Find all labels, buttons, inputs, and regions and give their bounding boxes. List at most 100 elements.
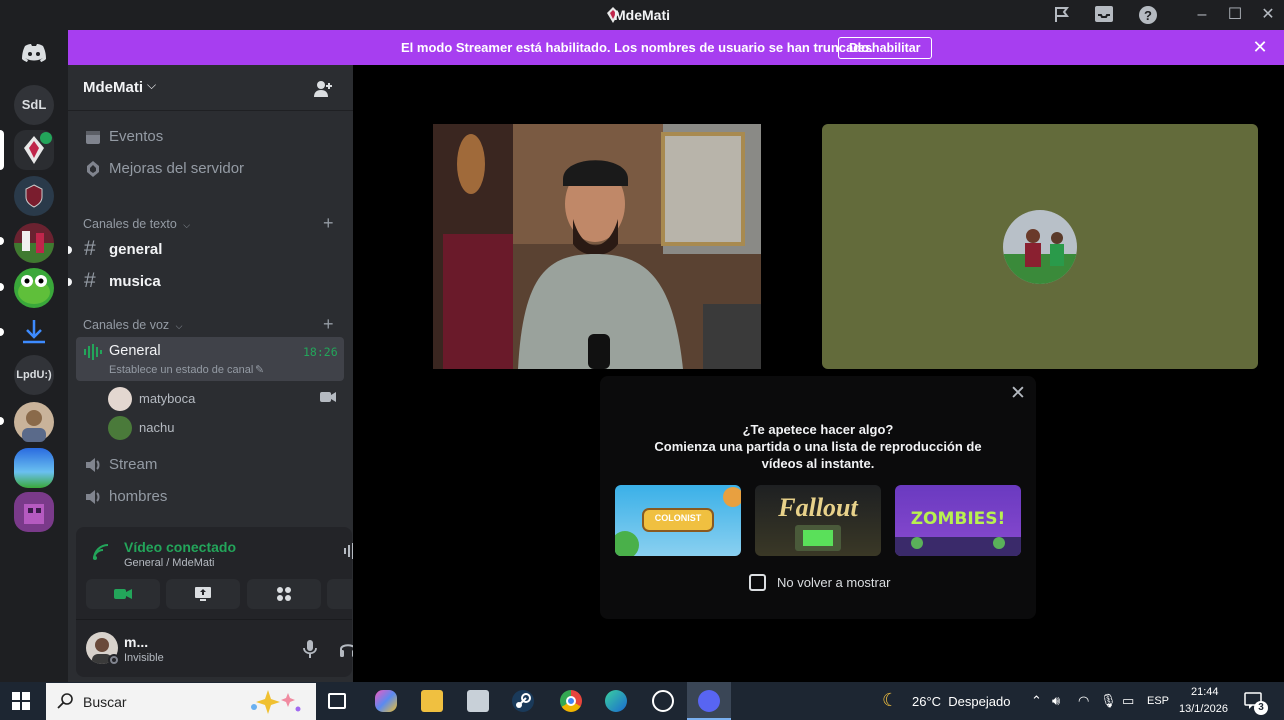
channel-status[interactable]: Establece un estado de canal [109,364,253,376]
share-screen-button[interactable] [166,579,240,609]
windows-start-icon[interactable] [12,692,30,710]
server-landscape-icon[interactable] [14,448,54,488]
text-channels-category[interactable]: Canales de texto ⌵ [83,217,190,231]
invite-people-icon[interactable] [313,79,333,99]
close-icon[interactable]: ✕ [1250,37,1270,57]
unread-pill [68,246,72,254]
copilot-icon[interactable] [375,690,397,712]
guild-name: MdeMati [83,79,143,96]
unread-pill [0,237,4,245]
participant-tile[interactable] [822,124,1258,369]
close-window-icon[interactable]: ✕ [1258,5,1278,25]
speaker-icon [84,488,102,506]
user-status: Invisible [124,652,164,664]
maximize-icon[interactable]: ☐ [1225,5,1245,25]
volume-icon[interactable]: 🔊︎ [1052,693,1060,709]
taskbar-search[interactable]: Buscar [46,683,316,720]
avatar [108,387,132,411]
channel-musica[interactable]: # musica [76,267,344,297]
server-shield-icon[interactable] [14,176,54,216]
voice-connection-panel: Vídeo conectado General / MdeMati [76,527,401,619]
server-sdl[interactable]: SdL [14,85,54,125]
obs-icon[interactable] [652,690,674,712]
boost-icon [84,160,102,178]
camera-tile[interactable] [433,124,761,369]
voice-member[interactable]: matyboca [108,385,338,413]
microphone-icon[interactable]: 🎙︎ [1100,693,1117,709]
dont-show-checkbox[interactable] [749,574,766,591]
member-name: matyboca [139,391,196,406]
voice-channel-general[interactable]: General 18:26 Establece un estado de can… [76,337,344,381]
calendar-icon [84,128,102,146]
connection-status[interactable]: Vídeo conectado [124,539,236,555]
voice-member[interactable]: nachu [108,414,338,442]
steam-icon[interactable] [512,690,534,712]
clock-date[interactable]: 13/1/2026 [1179,703,1228,715]
discord-taskbar-button[interactable] [687,682,731,720]
discord-home-icon[interactable] [14,33,54,73]
activities-button[interactable] [247,579,321,609]
voice-channels-category[interactable]: Canales de voz ⌵ [83,318,182,332]
wifi-icon[interactable]: ◠ [1078,693,1089,709]
moon-icon: ☾ [882,690,899,710]
add-text-channel-icon[interactable]: + [323,213,334,234]
server-mdemati-icon[interactable] [14,130,54,170]
weather-text[interactable]: 26°C Despejado [912,694,1010,709]
server-boosts-item[interactable]: Mejoras del servidor [76,154,344,184]
inbox-icon[interactable] [1094,5,1114,25]
server-frog-icon[interactable] [14,268,54,308]
notification-count-badge: 3 [1254,701,1268,715]
server-purple-icon[interactable] [14,492,54,532]
network-icon[interactable]: ▭ [1122,693,1134,709]
username[interactable]: m... [124,634,148,650]
category-label: Canales de texto [83,217,177,231]
svg-text:?: ? [1144,8,1152,23]
events-item[interactable]: Eventos [76,122,344,152]
download-apps-icon[interactable] [14,312,54,352]
language-indicator[interactable]: ESP [1147,695,1169,707]
server-team-icon[interactable] [14,223,54,263]
connection-signal-icon[interactable] [92,543,110,561]
selected-server-pill [0,130,4,170]
game-fallout[interactable]: Fallout [755,485,881,556]
photos-app-icon[interactable] [467,690,489,712]
server-avatar-icon[interactable] [14,402,54,442]
chrome-icon[interactable] [560,690,582,712]
dont-show-again[interactable]: No volver a mostrar [749,573,949,593]
connection-location[interactable]: General / MdeMati [124,557,214,569]
microphone-icon[interactable] [303,640,317,658]
guild-header[interactable]: MdeMati ⌵ [68,65,353,111]
voice-timer: 18:26 [303,345,338,359]
game-colonist[interactable]: COLONIST [615,485,741,556]
channel-general[interactable]: # general [76,235,344,265]
sparkle-icon [246,687,306,717]
minimize-icon[interactable]: – [1192,5,1212,25]
flag-icon[interactable] [1052,5,1072,25]
edge-icon[interactable] [605,690,627,712]
events-label: Eventos [109,128,164,145]
game-title: COLONIST [654,513,702,523]
window-title: MdeMati [614,7,670,23]
chevron-up-icon[interactable]: ⌃ [1031,693,1042,709]
close-icon[interactable]: ✕ [1008,384,1028,404]
channel-label: general [109,241,163,258]
file-explorer-icon[interactable] [421,690,443,712]
pencil-icon[interactable]: ✎ [255,363,264,376]
game-zombies[interactable]: ZOMBIES! [895,485,1021,556]
server-rail: SdL LpdU:) [0,30,68,682]
checkbox-label: No volver a mostrar [777,575,891,590]
channel-sidebar: MdeMati ⌵ Eventos Mejoras del servidor C… [68,65,401,682]
voice-channel-hombres[interactable]: hombres [76,482,344,512]
hashtag-icon: # [84,237,96,260]
help-icon[interactable]: ? [1138,5,1158,25]
camera-button[interactable] [86,579,160,609]
game-title: ZOMBIES! [910,509,1006,529]
task-view-icon[interactable] [328,693,346,709]
server-lpdu[interactable]: LpdU:) [14,355,54,395]
add-voice-channel-icon[interactable]: + [323,314,334,335]
channel-label: General [109,343,161,359]
disable-streamer-button[interactable]: Deshabilitar [838,37,932,59]
voice-channel-stream[interactable]: Stream [76,450,344,480]
clock-time[interactable]: 21:44 [1191,686,1219,698]
taskbar: Buscar ☾ 26°C Despejado ⌃ 🔊︎ ◠ 🎙︎ ▭ ESP … [0,682,1284,720]
